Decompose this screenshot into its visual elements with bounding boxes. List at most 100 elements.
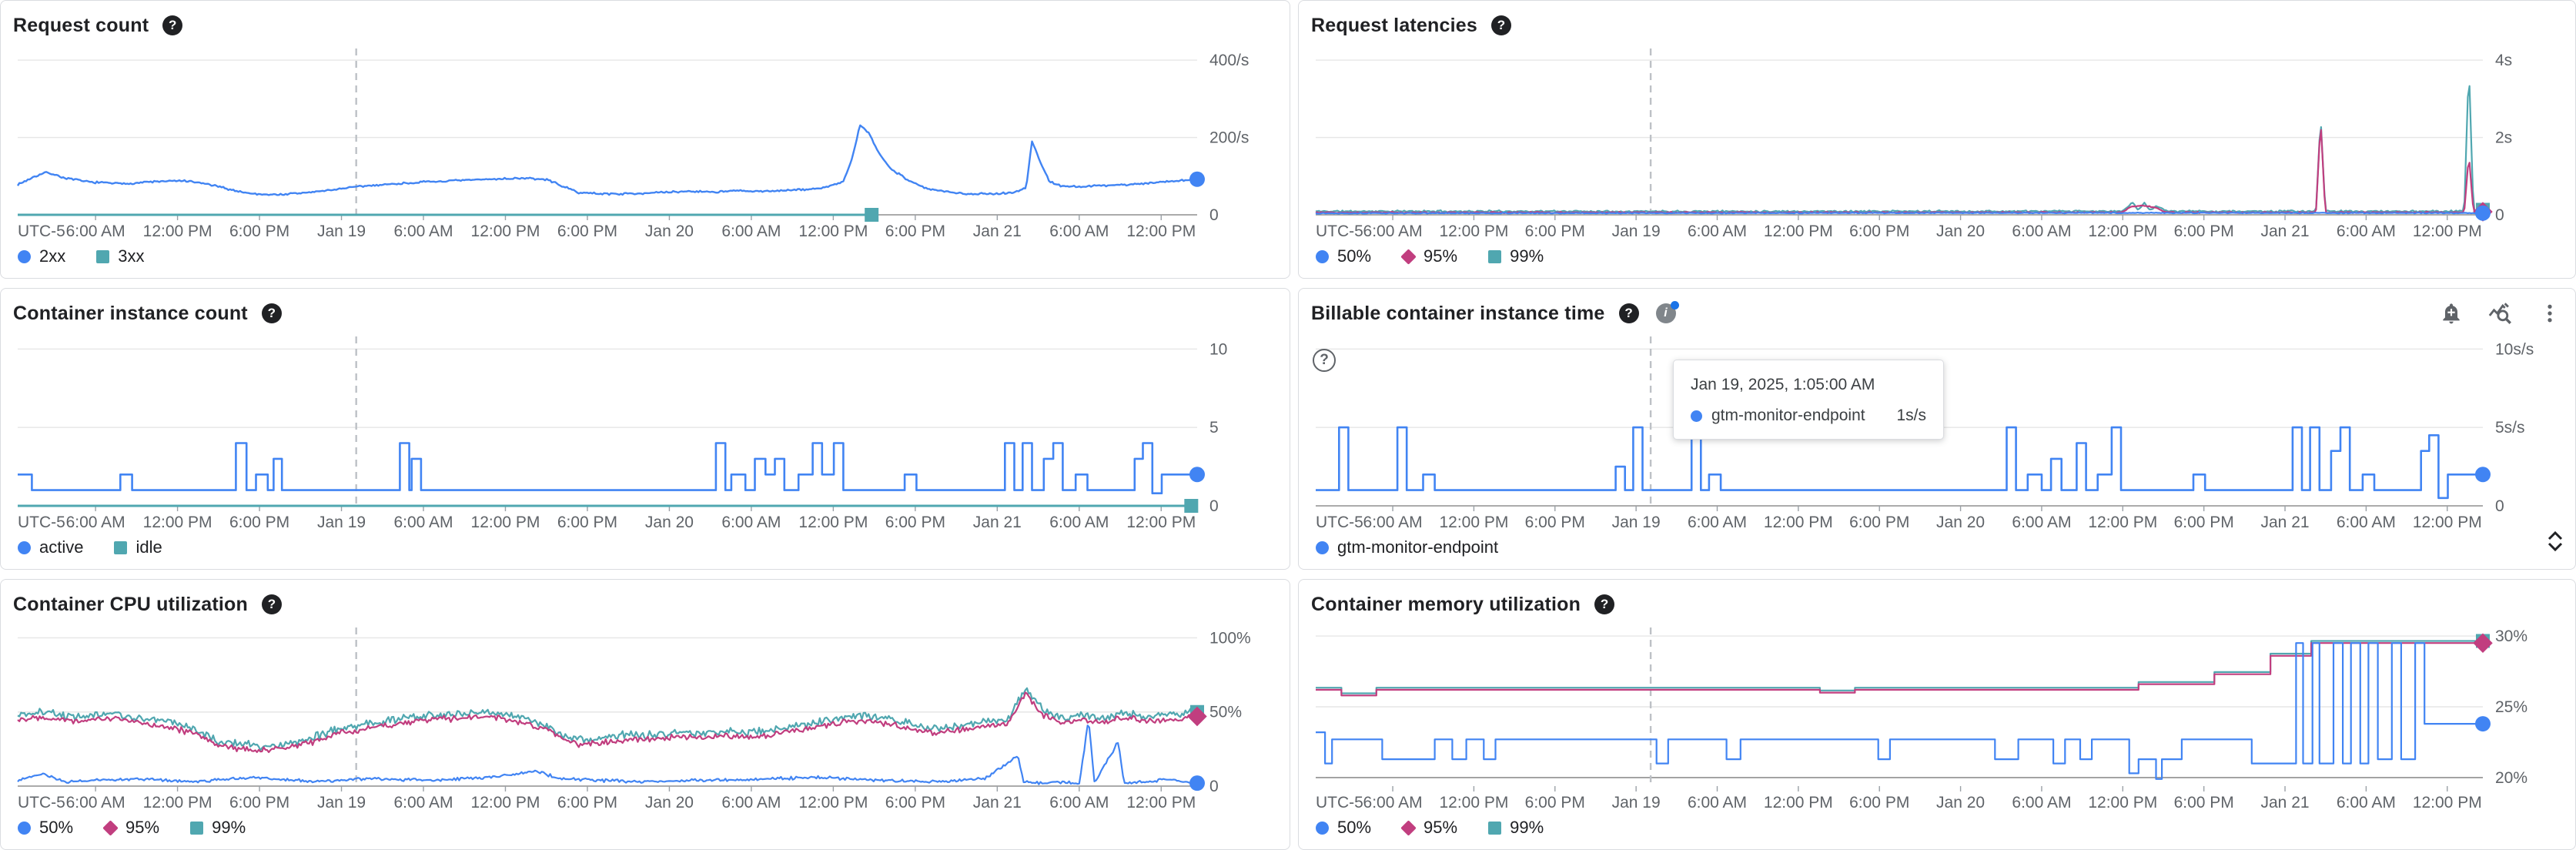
legend-item-99-[interactable]: 99% [1488, 246, 1544, 266]
kebab-dots [2538, 302, 2561, 325]
svg-text:5: 5 [1209, 419, 1219, 437]
legend-label: 99% [1510, 818, 1544, 838]
legend-label: 50% [1337, 818, 1371, 838]
svg-text:Jan 19: Jan 19 [1612, 223, 1661, 240]
legend-item-95-[interactable]: 95% [104, 818, 159, 838]
svg-text:6:00 AM: 6:00 AM [66, 794, 125, 812]
svg-text:Jan 21: Jan 21 [2261, 514, 2310, 531]
help-icon[interactable]: ? [162, 15, 182, 35]
square-marker-icon [1488, 822, 1501, 835]
svg-text:Jan 20: Jan 20 [645, 223, 694, 240]
info-icon[interactable]: i [1656, 303, 1676, 323]
svg-text:6:00 PM: 6:00 PM [557, 514, 617, 531]
request-latencies-chart[interactable]: 4s2s0UTC-56:00 AM12:00 PM6:00 PMJan 196:… [1311, 41, 2563, 241]
card-billable-instance-time: Billable container instance time ? i [1298, 288, 2576, 570]
container-cpu-utilization-chart[interactable]: 100%50%0UTC-56:00 AM12:00 PM6:00 PMJan 1… [13, 620, 1277, 812]
chart-legend: 50% 95% 99% [1311, 812, 2563, 843]
svg-text:6:00 PM: 6:00 PM [557, 794, 617, 812]
svg-text:Jan 20: Jan 20 [1936, 223, 1985, 240]
container-memory-utilization-chart[interactable]: 30%25%20%UTC-56:00 AM12:00 PM6:00 PMJan … [1311, 620, 2563, 812]
legend-label: 95% [125, 818, 159, 838]
svg-text:100%: 100% [1209, 629, 1251, 647]
svg-text:6:00 AM: 6:00 AM [66, 223, 125, 240]
svg-text:Jan 19: Jan 19 [317, 223, 366, 240]
svg-text:6:00 AM: 6:00 AM [721, 514, 781, 531]
diamond-marker-icon [1400, 249, 1416, 264]
svg-text:Jan 20: Jan 20 [645, 794, 694, 812]
tooltip-row: gtm-monitor-endpoint 1s/s [1691, 407, 1926, 425]
legend-label: 95% [1423, 818, 1457, 838]
svg-text:6:00 AM: 6:00 AM [1049, 223, 1109, 240]
legend-item-95-[interactable]: 95% [1402, 818, 1457, 838]
legend-label: active [39, 537, 83, 557]
svg-text:5s/s: 5s/s [2495, 419, 2525, 437]
svg-text:6:00 AM: 6:00 AM [393, 514, 453, 531]
container-instance-count-chart[interactable]: 1050UTC-56:00 AM12:00 PM6:00 PMJan 196:0… [13, 329, 1277, 532]
kebab-menu-icon[interactable] [2537, 300, 2563, 326]
svg-text:6:00 PM: 6:00 PM [2174, 514, 2234, 531]
legend-item-2xx[interactable]: 2xx [18, 246, 65, 266]
legend-item-95-[interactable]: 95% [1402, 246, 1457, 266]
svg-text:0: 0 [1209, 206, 1219, 224]
square-marker-icon [114, 541, 127, 554]
square-marker-icon [1488, 250, 1501, 263]
svg-text:Jan 19: Jan 19 [1612, 514, 1661, 531]
help-icon[interactable]: ? [1619, 303, 1639, 323]
svg-text:Jan 21: Jan 21 [2261, 223, 2310, 240]
svg-text:30%: 30% [2495, 627, 2527, 645]
svg-text:10s/s: 10s/s [2495, 340, 2534, 358]
svg-text:6:00 AM: 6:00 AM [1049, 794, 1109, 812]
dot-marker-icon [1316, 822, 1329, 835]
svg-text:0: 0 [1209, 497, 1219, 515]
legend-item-3xx[interactable]: 3xx [96, 246, 144, 266]
svg-text:UTC-5: UTC-5 [1316, 794, 1363, 812]
svg-text:12:00 PM: 12:00 PM [471, 223, 540, 240]
legend-item-50-[interactable]: 50% [18, 818, 73, 838]
svg-text:12:00 PM: 12:00 PM [798, 514, 868, 531]
svg-text:Jan 19: Jan 19 [1612, 794, 1661, 812]
legend-item-idle[interactable]: idle [114, 537, 162, 557]
legend-item-50-[interactable]: 50% [1316, 246, 1371, 266]
legend-item-99-[interactable]: 99% [1488, 818, 1544, 838]
dot-marker-icon [1316, 541, 1329, 554]
svg-text:12:00 PM: 12:00 PM [143, 794, 212, 812]
svg-text:10: 10 [1209, 340, 1227, 358]
svg-text:200/s: 200/s [1209, 129, 1249, 147]
help-icon[interactable]: ? [1594, 594, 1614, 614]
help-icon[interactable]: ? [262, 303, 282, 323]
dot-marker-icon [18, 250, 31, 263]
svg-text:6:00 AM: 6:00 AM [393, 223, 453, 240]
dot-marker-icon [18, 822, 31, 835]
legend-label: 50% [1337, 246, 1371, 266]
svg-text:Jan 20: Jan 20 [1936, 794, 1985, 812]
svg-text:UTC-5: UTC-5 [18, 223, 65, 240]
legend-item-active[interactable]: active [18, 537, 83, 557]
series-dot-icon [1691, 410, 1702, 422]
tooltip-series-name: gtm-monitor-endpoint [1711, 407, 1865, 425]
add-alert-button[interactable] [2438, 300, 2464, 326]
card-request-latencies: Request latencies ? 4s2s0UTC-56:00 AM12:… [1298, 0, 2576, 279]
svg-text:12:00 PM: 12:00 PM [143, 223, 212, 240]
chart-help-overlay-icon[interactable]: ? [1313, 349, 1336, 372]
help-icon[interactable]: ? [262, 594, 282, 614]
help-icon[interactable]: ? [1491, 15, 1511, 35]
legend-item-gtm-monitor-endpoint[interactable]: gtm-monitor-endpoint [1316, 537, 1498, 557]
svg-text:12:00 PM: 12:00 PM [471, 514, 540, 531]
svg-text:6:00 PM: 6:00 PM [557, 223, 617, 240]
view-in-metrics-explorer-button[interactable] [2487, 300, 2514, 326]
legend-label: idle [135, 537, 162, 557]
dashboard-grid: Request count ? 400/s200/s0UTC-56:00 AM1… [0, 0, 2576, 850]
svg-text:Jan 21: Jan 21 [973, 223, 1022, 240]
expand-collapse-chevrons-icon[interactable] [2546, 530, 2564, 552]
svg-text:Jan 19: Jan 19 [317, 794, 366, 812]
svg-text:Jan 19: Jan 19 [317, 514, 366, 531]
svg-text:6:00 PM: 6:00 PM [1525, 794, 1585, 812]
request-count-chart[interactable]: 400/s200/s0UTC-56:00 AM12:00 PM6:00 PMJa… [13, 41, 1277, 241]
legend-item-99-[interactable]: 99% [190, 818, 246, 838]
svg-text:12:00 PM: 12:00 PM [2413, 514, 2482, 531]
legend-item-50-[interactable]: 50% [1316, 818, 1371, 838]
svg-text:12:00 PM: 12:00 PM [1126, 223, 1196, 240]
svg-text:6:00 PM: 6:00 PM [885, 794, 945, 812]
svg-text:6:00 PM: 6:00 PM [229, 794, 289, 812]
svg-text:12:00 PM: 12:00 PM [798, 794, 868, 812]
